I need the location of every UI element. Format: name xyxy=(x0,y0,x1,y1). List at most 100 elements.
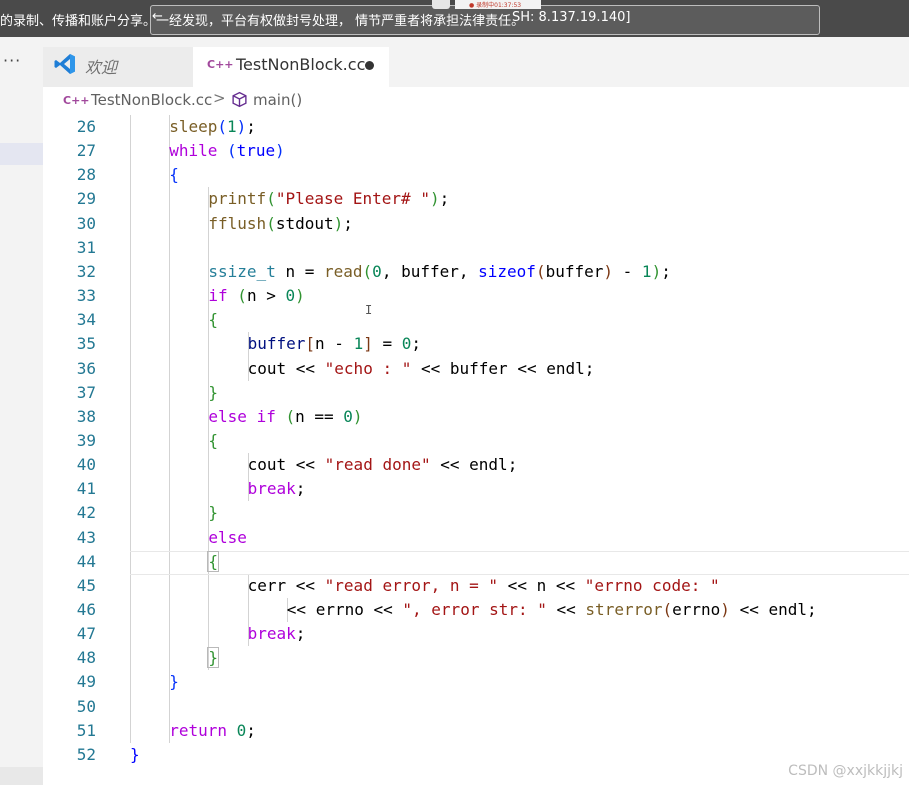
code-token: { xyxy=(169,165,179,185)
code-token: } xyxy=(208,503,219,523)
line-number: 40 xyxy=(76,455,96,475)
code-token: if xyxy=(208,286,228,306)
code-token: ( xyxy=(266,189,276,209)
code-line[interactable]: 37} xyxy=(43,381,909,405)
line-number: 44 xyxy=(76,551,96,571)
code-text: break; xyxy=(248,622,306,646)
code-token: ) xyxy=(352,406,363,426)
line-number: 29 xyxy=(76,189,96,209)
code-line[interactable]: 32 ssize_t n = read(0, buffer, sizeof(buf… xyxy=(43,260,909,284)
code-line[interactable]: 39 { xyxy=(43,429,909,453)
code-line[interactable]: 45 cerr << "read error, n = " << n << "er… xyxy=(43,574,909,598)
code-text: } xyxy=(208,501,218,525)
method-cube-icon xyxy=(232,91,247,108)
code-token: } xyxy=(208,382,219,402)
line-number: 42 xyxy=(76,503,96,523)
code-line[interactable]: 47 break; xyxy=(43,622,909,646)
code-token: ) xyxy=(236,117,247,136)
code-token: } xyxy=(130,744,140,764)
code-line[interactable]: 41 break; xyxy=(43,477,909,501)
code-token: ; xyxy=(246,720,256,740)
code-token: } xyxy=(169,672,179,692)
code-token: break xyxy=(247,624,296,644)
code-token: << endl; xyxy=(430,455,518,475)
recording-label: ● 录制中01:37:53 xyxy=(469,2,522,9)
code-line[interactable]: 33 if (n > 0) xyxy=(43,284,909,308)
code-text: printf("Please Enter# "); xyxy=(208,187,449,211)
tab-welcome[interactable]: 欢迎 xyxy=(43,47,193,87)
more-actions-icon[interactable]: ··· xyxy=(3,51,21,70)
code-token: { xyxy=(208,430,219,450)
code-token: { xyxy=(208,310,219,330)
watermark: CSDN @xxjkkjjkj xyxy=(788,763,903,779)
code-editor[interactable]: 26 sleep(1); 27 while (true) 28{29 printf("Pl… xyxy=(43,113,909,785)
sidebar-selected-item[interactable] xyxy=(0,143,43,165)
code-line[interactable]: 31 xyxy=(43,236,909,260)
code-text: } xyxy=(130,743,140,767)
current-line-highlight xyxy=(130,550,909,575)
line-number: 38 xyxy=(76,406,96,426)
breadcrumb-symbol[interactable]: main() xyxy=(253,91,302,109)
line-number: 31 xyxy=(76,237,96,257)
code-text: fflush(stdout); xyxy=(208,212,353,236)
code-line[interactable]: 50 xyxy=(43,695,909,719)
vscode-logo-icon xyxy=(54,54,75,74)
code-token: , buffer, xyxy=(381,261,479,281)
code-text: ssize_t n = read(0, buffer, sizeof(buffe… xyxy=(208,260,670,284)
code-token: << n << xyxy=(498,575,585,595)
unsaved-dot-icon[interactable] xyxy=(365,61,374,70)
code-line[interactable]: 34 { xyxy=(43,308,909,332)
code-token: cout << xyxy=(247,455,325,475)
line-number: 26 xyxy=(76,117,96,136)
code-line[interactable]: 52} xyxy=(43,743,909,767)
recording-widget-icon xyxy=(432,0,450,9)
code-token: else xyxy=(208,527,247,547)
code-token: sleep xyxy=(169,117,218,136)
line-number: 43 xyxy=(76,527,96,547)
code-token: sizeof xyxy=(478,261,536,281)
code-line[interactable]: 36 cout << "echo : " << buffer << endl; xyxy=(43,357,909,381)
code-line[interactable]: 49} xyxy=(43,670,909,694)
code-text: cout << "read done" << endl; xyxy=(248,453,518,477)
tab-testnonblock[interactable]: C++ TestNonBlock.cc xyxy=(193,47,389,87)
code-line[interactable]: 43 else xyxy=(43,526,909,550)
code-line[interactable]: 46 << errno << ", error str: " << strerro… xyxy=(43,598,909,622)
code-line[interactable]: 44 { xyxy=(43,550,909,575)
code-token: 0 xyxy=(236,720,247,740)
line-number: 32 xyxy=(76,261,96,281)
code-line[interactable]: 35 buffer[n - 1] = 0; xyxy=(43,332,909,356)
code-token: ( xyxy=(237,286,247,306)
code-text: } xyxy=(207,646,219,670)
code-token: ( xyxy=(217,117,227,136)
code-line[interactable]: 40 cout << "read done" << endl; xyxy=(43,453,909,477)
code-token: else xyxy=(208,406,247,426)
code-token: 0 xyxy=(343,406,353,426)
code-token: << errno << xyxy=(286,600,403,619)
code-token: cerr << xyxy=(247,575,325,595)
sidebar-bottom-item[interactable] xyxy=(0,767,43,785)
code-token: ssize_t xyxy=(208,261,276,281)
code-token: ) xyxy=(275,141,285,161)
code-line[interactable]: 38 else if (n == 0) xyxy=(43,405,909,429)
code-token: stdout xyxy=(275,213,334,233)
code-text: break; xyxy=(248,477,306,501)
code-token: ; xyxy=(439,189,450,209)
breadcrumb-file[interactable]: TestNonBlock.cc xyxy=(91,91,212,109)
code-line[interactable]: 28 { xyxy=(43,163,909,187)
code-line[interactable]: 51 return 0; xyxy=(43,719,909,743)
code-token: << buffer << endl; xyxy=(411,358,595,378)
code-line[interactable]: 29 printf("Please Enter# "); xyxy=(43,187,909,211)
code-token: 0 xyxy=(401,334,412,354)
code-line[interactable]: 48} xyxy=(43,646,909,670)
code-line[interactable]: 26 sleep(1); xyxy=(43,115,909,139)
code-token: n = xyxy=(275,261,324,281)
code-token: 1 xyxy=(641,261,652,281)
code-line[interactable]: 30 fflush(stdout); xyxy=(43,212,909,236)
code-line[interactable]: 27 while (true) xyxy=(43,139,909,163)
code-token: "errno code: " xyxy=(584,575,720,595)
code-text: { xyxy=(208,308,218,332)
code-line[interactable]: 42} xyxy=(43,501,909,525)
line-number: 39 xyxy=(76,430,96,450)
code-token: ; xyxy=(295,624,306,644)
